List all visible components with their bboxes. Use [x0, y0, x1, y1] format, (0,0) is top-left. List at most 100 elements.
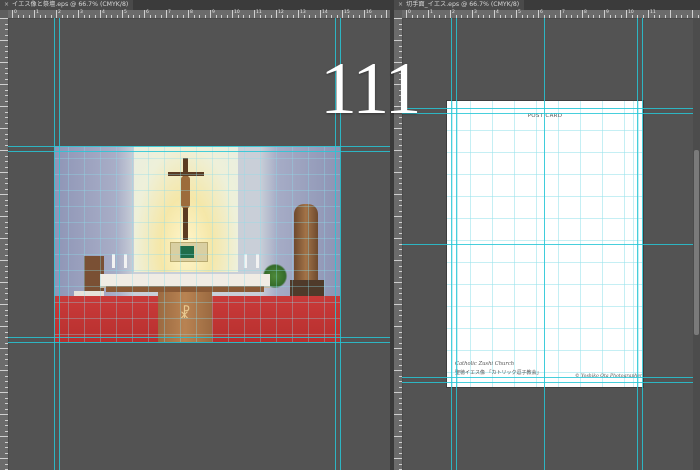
ruler-tick [399, 133, 402, 135]
ruler-tick [5, 23, 8, 25]
ruler-tick [0, 62, 8, 63]
ruler-tick [5, 183, 8, 184]
ruler-tick [358, 15, 360, 18]
ruler-tick [0, 370, 8, 371]
ruler-tick [5, 441, 8, 443]
ruler-tick [0, 260, 8, 261]
ruler-tick [166, 10, 167, 18]
ruler-tick [399, 397, 402, 399]
ruler-origin[interactable] [0, 10, 8, 18]
ruler-tick [39, 15, 41, 18]
close-icon[interactable]: × [398, 0, 403, 10]
grid-line [212, 146, 213, 342]
ruler-label: 14 [322, 10, 328, 15]
ruler-tick [5, 254, 8, 256]
postcard-caption: 聖徳イエス像 「カトリック逗子教会」 [455, 370, 542, 376]
horizontal-ruler[interactable]: 0 1 2 3 4 5 6 7 8 9 10 11 [402, 10, 700, 19]
ruler-tick [394, 392, 402, 393]
ruler-tick [681, 15, 682, 18]
grid-line [68, 146, 69, 342]
ruler-tick [516, 10, 517, 18]
grid-line [54, 206, 340, 207]
guide-horizontal[interactable] [402, 244, 693, 245]
ruler-tick [411, 15, 413, 18]
ruler-tick [309, 15, 310, 18]
guide-horizontal[interactable] [402, 108, 693, 109]
right-document-window[interactable]: × 切手面_イエス.eps @ 66.7% (CMYK/8) 0 1 2 3 4 5 6 7 8… [394, 0, 700, 470]
ruler-tick [422, 15, 424, 18]
ruler-tick [615, 15, 616, 18]
vertical-ruler[interactable] [0, 18, 9, 470]
ruler-label: 8 [584, 10, 587, 15]
ruler-tick [399, 276, 402, 278]
ruler-tick [399, 249, 402, 250]
guide-vertical[interactable] [59, 18, 60, 470]
ruler-tick [399, 298, 402, 300]
ruler-tick [399, 337, 402, 338]
ruler-tick [444, 15, 446, 18]
guide-horizontal[interactable] [402, 382, 693, 383]
scrollbar-thumb[interactable] [694, 150, 699, 335]
ruler-tick [399, 144, 402, 146]
artwork-altar-photo[interactable]: ☧ [54, 146, 340, 342]
ruler-tick [394, 326, 402, 327]
ruler-tick [72, 15, 74, 18]
ruler-tick [353, 15, 354, 18]
ruler-tick [5, 51, 8, 52]
ruler-label: 8 [190, 10, 193, 15]
ruler-tick [394, 370, 402, 371]
ruler-tick [5, 78, 8, 80]
ruler-tick [399, 161, 402, 162]
guide-horizontal[interactable] [402, 377, 693, 378]
ruler-tick [399, 183, 402, 184]
grid-line [447, 174, 643, 175]
grid-line [308, 146, 309, 342]
ruler-tick [626, 10, 627, 18]
ruler-label: 2 [58, 10, 61, 15]
ruler-tick [380, 15, 382, 18]
tab-left-document[interactable]: × イエス像と祭壇.eps @ 66.7% (CMYK/8) [0, 0, 134, 10]
grid-line [447, 218, 643, 219]
grid-line [54, 238, 340, 239]
ruler-tick [0, 84, 8, 85]
ruler-tick [494, 10, 495, 18]
ruler-origin[interactable] [394, 10, 402, 18]
grid-line [100, 146, 101, 342]
guide-horizontal[interactable] [402, 113, 693, 114]
guide-horizontal[interactable] [8, 151, 390, 152]
ruler-tick [565, 15, 567, 18]
grid-line [148, 146, 149, 342]
tab-right-document[interactable]: × 切手面_イエス.eps @ 66.7% (CMYK/8) [394, 0, 525, 10]
close-icon[interactable]: × [4, 0, 9, 10]
guide-vertical[interactable] [54, 18, 55, 470]
ruler-tick [188, 10, 189, 18]
ruler-tick [521, 15, 523, 18]
ruler-tick [406, 10, 407, 18]
ruler-tick [399, 408, 402, 410]
ruler-tick [5, 381, 8, 382]
grid-line [447, 328, 643, 329]
ruler-tick [604, 10, 605, 18]
ruler-tick [347, 15, 349, 18]
guide-horizontal[interactable] [8, 342, 390, 343]
ruler-tick [399, 441, 402, 443]
ruler-tick [210, 10, 211, 18]
ruler-tick [450, 10, 451, 18]
grid-line [244, 146, 245, 342]
grid-line [447, 240, 643, 241]
ruler-tick [303, 15, 305, 18]
ruler-tick [0, 414, 8, 415]
horizontal-ruler[interactable]: 0 1 2 3 4 5 6 7 8 9 10 11 12 13 14 15 16 [8, 10, 390, 19]
ruler-tick [394, 172, 402, 173]
ruler-tick [394, 414, 402, 415]
grid-line [276, 146, 277, 342]
ruler-tick [237, 15, 239, 18]
grid-line [54, 286, 340, 287]
guide-horizontal[interactable] [8, 146, 390, 147]
ruler-tick [631, 15, 633, 18]
ruler-tick [336, 15, 338, 18]
ruler-tick [5, 419, 8, 421]
ruler-tick [0, 128, 8, 129]
ruler-tick [670, 10, 671, 18]
guide-horizontal[interactable] [8, 337, 390, 338]
